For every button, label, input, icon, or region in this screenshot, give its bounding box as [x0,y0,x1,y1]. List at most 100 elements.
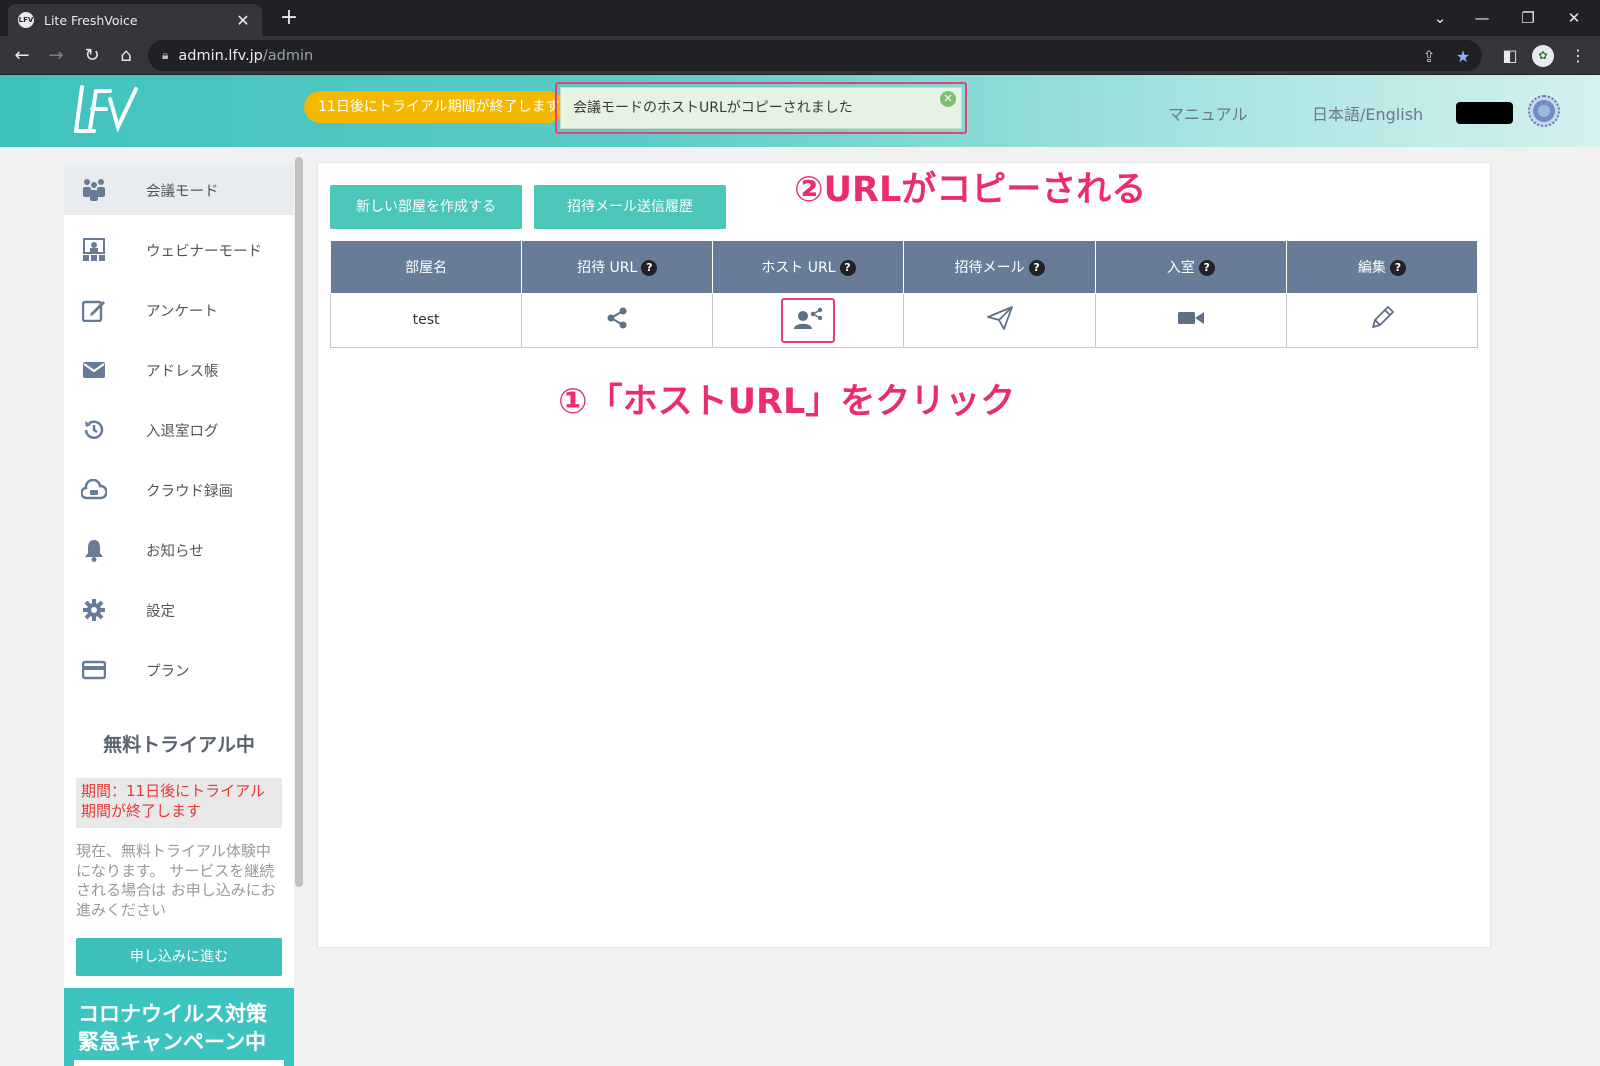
user-name-redacted[interactable] [1456,102,1513,124]
app-header: 11日後にトライアル期間が終了します 会議モードのホストURLがコピーされました… [0,75,1600,147]
sidebar-item-label: 会議モード [146,183,219,200]
sidebar-item-address-book[interactable]: アドレス帳 [64,345,294,395]
sidebar-item-label: 入退室ログ [146,423,219,440]
tab-close-icon[interactable]: ✕ [234,11,252,30]
address-bar[interactable]: 🔒︎ admin.lfv.jp/admin ⇪ ★ [148,40,1482,71]
trial-title: 無料トライアル中 [103,734,255,756]
sidebar-item-webinar[interactable]: ウェビナーモード [64,225,294,275]
pencil-icon[interactable] [1369,305,1395,335]
apply-button[interactable]: 申し込みに進む [76,938,282,976]
sidebar-item-meeting[interactable]: 会議モード [64,165,294,215]
survey-icon [64,298,124,322]
card-icon [64,660,124,680]
enter-cell [1094,292,1287,348]
host-url-cell [712,292,905,348]
url-host: admin.lfv.jp [178,47,263,64]
trial-period: 期間：11日後にトライアル期間が終了します [76,778,282,828]
share-node-icon[interactable] [605,306,629,334]
browser-tab-bar: LFV Lite FreshVoice ✕ + ⌄ — ❐ ✕ [0,0,1600,36]
bell-icon [64,538,124,562]
invite-mail-cell [903,292,1096,348]
trial-description: 現在、無料トライアル体験中 になります。 サービスを継続される場合は お申し込み… [76,842,276,919]
header-edit: 編集? [1285,241,1479,294]
window-close-icon[interactable]: ✕ [1554,4,1594,32]
help-icon[interactable]: ? [1389,259,1406,276]
help-icon[interactable]: ? [1198,259,1215,276]
profile-avatar[interactable]: ✿ [1532,45,1554,67]
language-switch[interactable]: 日本語/English [1312,101,1423,125]
host-share-icon[interactable] [793,306,823,334]
forward-icon[interactable]: → [44,44,68,68]
header-invite-mail: 招待メール? [903,241,1096,294]
back-icon[interactable]: ← [10,44,34,68]
home-icon[interactable]: ⌂ [114,44,138,68]
trial-countdown-pill: 11日後にトライアル期間が終了します [304,91,564,123]
video-camera-icon[interactable] [1177,310,1205,330]
history-icon [64,418,124,442]
copy-toast: 会議モードのホストURLがコピーされました [560,87,962,129]
gear-icon [64,598,124,622]
help-icon[interactable]: ? [641,259,658,276]
sidebar-item-survey[interactable]: アンケート [64,285,294,335]
sidebar-item-label: アンケート [146,303,218,320]
bookmark-star-icon[interactable]: ★ [1454,47,1472,66]
header-host-url: ホスト URL? [712,241,905,294]
main-panel: 新しい部屋を作成する 招待メール送信履歴 ②URLがコピーされる ①「ホストUR… [318,163,1490,947]
create-room-button[interactable]: 新しい部屋を作成する [330,185,522,229]
campaign-banner-inner [74,1060,284,1066]
tab-title: Lite FreshVoice [44,12,138,28]
url-path: /admin [262,47,314,64]
share-icon[interactable]: ⇪ [1420,47,1438,66]
user-avatar[interactable] [1528,95,1560,127]
campaign-banner[interactable]: コロナウイルス対策緊急キャンペーン中 [64,988,294,1066]
header-invite-url: 招待 URL? [521,241,714,294]
reload-icon[interactable]: ↻ [80,44,104,68]
webinar-icon [64,238,124,262]
invite-url-cell [521,292,714,348]
invite-history-button[interactable]: 招待メール送信履歴 [534,185,726,229]
browser-toolbar: ← → ↻ ⌂ 🔒︎ admin.lfv.jp/admin ⇪ ★ ◧ ✿ ⋮ [0,36,1600,75]
annotation-step1: ①「ホストURL」をクリック [558,382,1016,422]
lock-icon: 🔒︎ [162,48,169,62]
sidebar-scrollbar-thumb[interactable] [295,157,303,887]
header-room-name: 部屋名 [329,241,523,294]
new-tab-icon[interactable]: + [276,5,302,31]
sidebar-item-label: アドレス帳 [146,363,219,380]
sidebar-item-notices[interactable]: お知らせ [64,525,294,575]
sidebar-item-label: クラウド録画 [146,483,233,500]
table-header-row: 部屋名 招待 URL? ホスト URL? 招待メール? 入室? 編集? [329,241,1479,294]
campaign-text: コロナウイルス対策緊急キャンペーン中 [78,1002,267,1054]
browser-tab[interactable]: LFV Lite FreshVoice ✕ [8,4,262,36]
edit-cell [1285,292,1479,348]
sidebar-item-entry-log[interactable]: 入退室ログ [64,405,294,455]
trial-panel: 無料トライアル中 期間：11日後にトライアル期間が終了します 現在、無料トライア… [64,702,294,986]
send-plane-icon[interactable] [986,305,1014,335]
table-row: test [329,292,1479,348]
minimize-icon[interactable]: — [1462,4,1502,32]
sidebar-item-plan[interactable]: プラン [64,645,294,695]
help-icon[interactable]: ? [1028,259,1045,276]
sidebar-item-label: プラン [146,663,190,680]
sidebar-item-label: ウェビナーモード [146,243,262,260]
favicon-icon: LFV [18,12,34,28]
room-name-cell: test [329,292,523,348]
meeting-icon [64,178,124,202]
restore-icon[interactable]: ❐ [1508,4,1548,32]
side-panel-icon[interactable]: ◧ [1498,44,1522,68]
sidebar-item-label: お知らせ [146,543,204,560]
lfv-logo[interactable] [74,81,140,137]
toast-close-icon[interactable]: ✕ [940,91,956,107]
menu-kebab-icon[interactable]: ⋮ [1566,44,1590,68]
sidebar-item-settings[interactable]: 設定 [64,585,294,635]
manual-link[interactable]: マニュアル [1168,101,1248,125]
sidebar-item-cloud-recording[interactable]: クラウド録画 [64,465,294,515]
host-url-highlight [781,297,836,343]
tab-search-icon[interactable]: ⌄ [1420,4,1460,32]
cloud-record-icon [64,479,124,501]
sidebar-item-label: 設定 [146,603,175,620]
mail-icon [64,360,124,380]
header-enter: 入室? [1094,241,1287,294]
annotation-step2: ②URLがコピーされる [794,170,1147,210]
help-icon[interactable]: ? [839,259,856,276]
rooms-table: 部屋名 招待 URL? ホスト URL? 招待メール? 入室? 編集? test [329,241,1479,348]
